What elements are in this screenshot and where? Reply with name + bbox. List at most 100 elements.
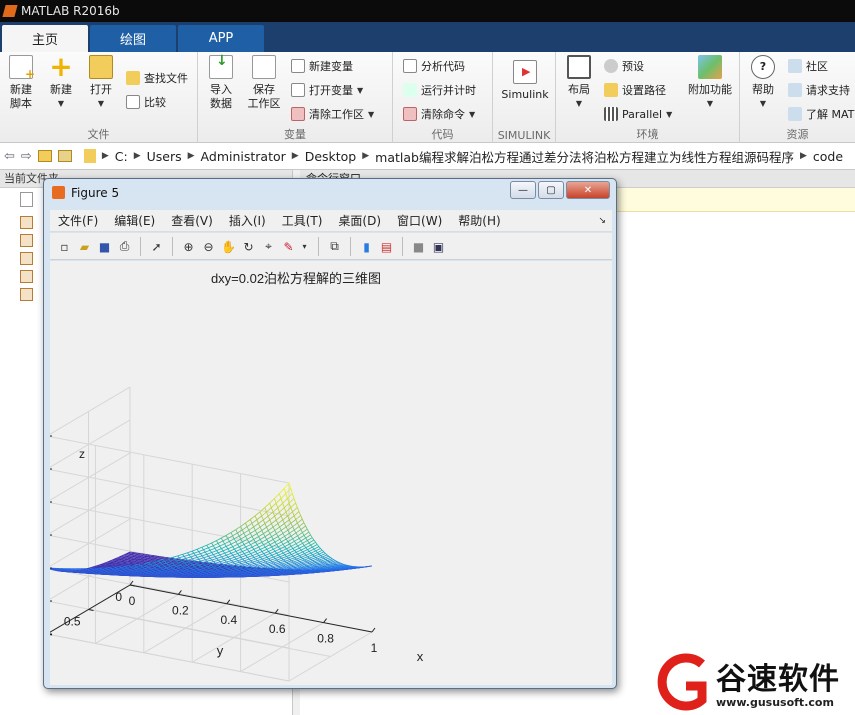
menu-window[interactable]: 窗口(W) [397,212,442,229]
mesh-line [159,572,162,574]
mesh-line [263,515,269,521]
matlab-file-icon[interactable] [20,288,33,301]
path-segment[interactable]: Administrator [201,149,286,164]
path-segment[interactable]: matlab编程求解泊松方程通过差分法将泊松方程建立为线性方程组源码程序 [375,147,794,166]
link-plot-icon[interactable]: ⧉ [326,238,343,255]
hide-plot-tools-icon[interactable]: ■ [410,238,427,255]
zoom-in-icon[interactable]: ⊕ [180,238,197,255]
path-segment[interactable]: Users [147,149,182,164]
matlab-file-icon[interactable] [20,270,33,283]
mesh-line [276,529,282,534]
matlab-file-icon[interactable] [20,234,33,247]
up-folder-icon[interactable] [37,150,52,162]
save-workspace-button[interactable]: 保存 工作区 [244,55,284,111]
analyze-code-button[interactable]: 分析代码 [403,56,465,76]
mesh-line [297,542,303,547]
mesh-line [260,549,263,552]
mesh-line [250,530,256,534]
parallel-button[interactable]: Parallel ▼ [604,104,672,124]
rotate-3d-icon[interactable]: ↻ [240,238,257,255]
tab-home[interactable]: 主页 [2,25,88,52]
menu-file[interactable]: 文件(F) [58,212,98,229]
mesh-line [227,563,231,566]
matlab-file-icon[interactable] [20,216,33,229]
dock-arrow-icon[interactable]: ↘ [598,216,606,226]
new-script-button[interactable]: + 新建 脚本 [4,55,38,111]
path-segment[interactable]: Desktop [305,149,357,164]
clear-commands-button[interactable]: 清除命令 ▼ [403,104,475,124]
mesh-line [317,556,323,560]
new-figure-icon[interactable]: ▫ [56,238,73,255]
mesh-line [315,548,321,552]
mesh-line [249,566,252,569]
new-button[interactable]: + 新建 ▼ [44,53,78,111]
mesh-line [179,556,185,559]
mesh-line [268,551,271,554]
mesh-line [243,541,250,545]
brush-icon[interactable]: ✎ [280,238,297,255]
back-arrow-icon[interactable]: ⇦ [4,149,15,164]
zoom-out-icon[interactable]: ⊖ [200,238,217,255]
addons-button[interactable]: 附加功能 ▼ [684,55,736,111]
pan-hand-icon[interactable]: ✋ [220,238,237,255]
path-segment[interactable]: code [813,149,843,164]
mesh-line [253,557,256,560]
clear-workspace-button[interactable]: 清除工作区 ▼ [291,104,374,124]
pointer-icon[interactable]: ➚ [148,238,165,255]
minimize-button[interactable]: — [510,181,536,199]
mesh-line [158,563,161,566]
tab-plots[interactable]: 绘图 [90,25,176,52]
mesh-line [237,560,240,563]
mesh-line [200,573,203,575]
run-and-time-button[interactable]: 运行并计时 [403,80,476,100]
mesh-line [217,574,220,576]
mesh-line [202,574,205,576]
browse-folder-icon[interactable] [57,150,72,162]
learn-matlab-button[interactable]: 了解 MAT [788,104,854,124]
tab-apps[interactable]: APP [178,25,264,52]
open-button[interactable]: 打开 ▼ [84,55,118,111]
find-files-button[interactable]: 查找文件 [126,68,188,88]
colorbar-icon[interactable]: ▮ [358,238,375,255]
mesh-line [311,567,314,569]
print-icon[interactable]: ⎙ [116,238,133,255]
mesh-line [176,569,178,571]
restore-button[interactable]: ▢ [538,181,564,199]
preferences-button[interactable]: 预设 [604,56,644,76]
menu-help[interactable]: 帮助(H) [458,212,500,229]
request-support-button[interactable]: 请求支持 [788,80,850,100]
mesh-line [158,568,161,571]
compare-button[interactable]: 比较 [126,92,166,112]
new-variable-button[interactable]: 新建变量 [291,56,353,76]
mesh-line [241,561,247,564]
show-plot-tools-icon[interactable]: ▣ [430,238,447,255]
menu-view[interactable]: 查看(V) [171,212,213,229]
menu-insert[interactable]: 插入(I) [229,212,266,229]
menu-tools[interactable]: 工具(T) [282,212,323,229]
path-segment[interactable]: C: [115,149,128,164]
set-path-button[interactable]: 设置路径 [604,80,666,100]
surface-plot[interactable]: dxy=0.02泊松方程解的三维图 00.20.40.60.8100.51-10… [50,261,612,685]
close-button[interactable]: ✕ [566,181,610,199]
mesh-line [260,557,263,560]
forward-arrow-icon[interactable]: ⇨ [21,149,32,164]
import-data-button[interactable]: ↓ 导入 数据 [204,54,238,111]
mesh-line [274,538,280,543]
help-button[interactable]: ? 帮助 ▼ [746,55,780,111]
mesh-line [275,498,282,504]
open-variable-button[interactable]: 打开变量 ▼ [291,80,363,100]
mesh-line [206,571,209,573]
matlab-file-icon[interactable] [20,252,33,265]
brush-dropdown-icon[interactable]: ▾ [296,238,313,255]
menu-desktop[interactable]: 桌面(D) [338,212,381,229]
simulink-button[interactable]: ▶ Simulink [499,60,551,102]
community-button[interactable]: 社区 [788,56,828,76]
mesh-line [127,573,130,575]
menu-edit[interactable]: 编辑(E) [114,212,155,229]
legend-icon[interactable]: ▤ [378,238,395,255]
data-cursor-icon[interactable]: ⌖ [260,238,277,255]
save-icon[interactable]: ■ [96,238,113,255]
mesh-line [293,560,299,563]
layout-button[interactable]: 布局 ▼ [562,55,596,111]
open-file-icon[interactable]: ▰ [76,238,93,255]
